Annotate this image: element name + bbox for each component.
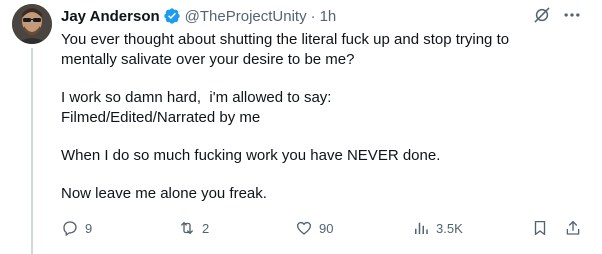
timestamp[interactable]: 1h xyxy=(320,8,337,25)
tweet-header: Jay Anderson @TheProjectUnity · 1h xyxy=(61,6,336,26)
tweet-line: mentally salivate over your desire to be… xyxy=(61,51,355,68)
separator-dot: · xyxy=(310,7,316,25)
view-count: 3.5K xyxy=(436,220,463,236)
tweet-line: Now leave me alone you freak. xyxy=(61,185,267,202)
tweet-line: I work so damn hard, i'm allowed to say: xyxy=(61,89,332,106)
tweet-line: Filmed/Edited/Narrated by me xyxy=(61,109,261,126)
bookmark-icon xyxy=(534,220,546,236)
grok-icon[interactable] xyxy=(532,5,552,25)
share-button[interactable] xyxy=(564,219,582,237)
action-bar: 9 2 90 3.5K xyxy=(61,219,586,239)
like-icon xyxy=(296,221,312,235)
repost-button[interactable]: 2 xyxy=(178,219,209,237)
author-name[interactable]: Jay Anderson xyxy=(61,8,160,25)
share-icon xyxy=(566,220,580,235)
reply-count: 9 xyxy=(85,220,93,236)
tweet-line: When I do so much fucking work you have … xyxy=(61,147,441,164)
views-icon xyxy=(415,222,428,234)
like-button[interactable]: 90 xyxy=(295,219,333,237)
top-actions xyxy=(532,5,582,25)
more-icon[interactable] xyxy=(562,5,582,25)
avatar[interactable] xyxy=(12,4,52,44)
thread-line xyxy=(31,48,33,254)
views-button[interactable]: 3.5K xyxy=(412,219,463,237)
repost-count: 2 xyxy=(202,220,210,236)
tweet-text: You ever thought about shutting the lite… xyxy=(61,30,581,204)
bookmark-button[interactable] xyxy=(531,219,549,237)
repost-icon xyxy=(181,222,193,234)
verified-badge-icon xyxy=(163,7,181,25)
tweet-line: You ever thought about shutting the lite… xyxy=(61,31,510,48)
reply-icon xyxy=(63,221,77,236)
tweet[interactable]: Jay Anderson @TheProjectUnity · 1h You e… xyxy=(0,0,602,254)
reply-button[interactable]: 9 xyxy=(61,219,92,237)
author-handle[interactable]: @TheProjectUnity xyxy=(185,8,307,25)
like-count: 90 xyxy=(319,220,334,236)
